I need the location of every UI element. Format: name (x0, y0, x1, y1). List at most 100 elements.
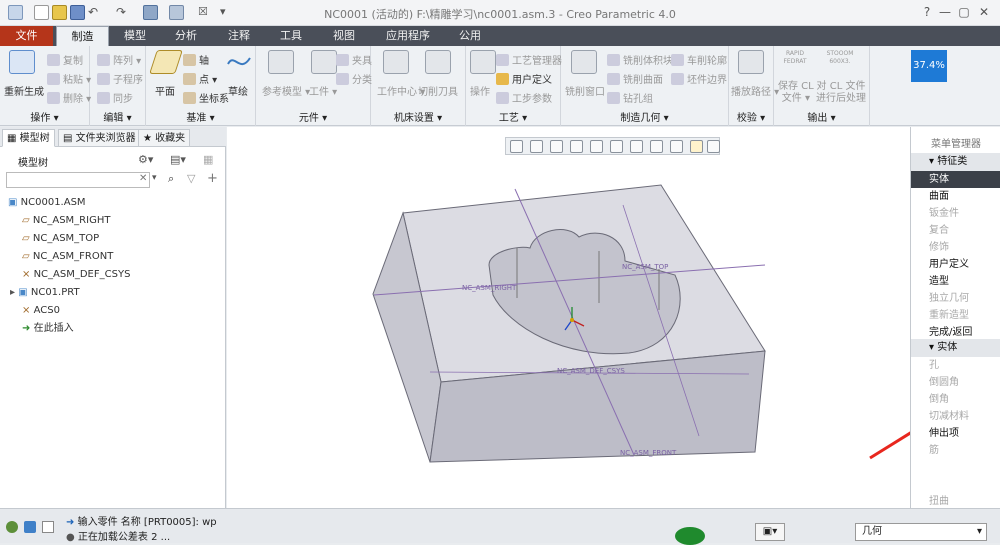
plane-button[interactable]: 平面 (155, 83, 175, 98)
process-manager-button[interactable]: 工艺管理器 (496, 52, 562, 67)
menu-item-composite[interactable]: 复合 (911, 222, 1000, 239)
csys-button[interactable]: 坐标系 (183, 90, 229, 105)
fixture-button[interactable]: 夹具 (336, 52, 372, 67)
regenerate-button[interactable]: 重新生成 (4, 83, 44, 98)
sketch-button[interactable]: 草绘 (228, 83, 248, 98)
tree-columns-icon[interactable]: ▦ (203, 153, 213, 166)
menu-item-style[interactable]: 造型 (911, 273, 1000, 290)
classify-button[interactable]: 分类 (336, 71, 372, 86)
point-button[interactable]: 点 ▾ (183, 71, 217, 86)
saved-views-icon[interactable] (610, 140, 623, 153)
tree-item-datum-front[interactable]: ▱ NC_ASM_FRONT (22, 248, 113, 266)
operation-button[interactable]: 操作 (470, 83, 490, 98)
tree-item-insert-here[interactable]: ➜ 在此插入 (22, 320, 74, 338)
menu-item-solid[interactable]: 实体 (911, 171, 1000, 188)
browser-icon[interactable] (24, 521, 36, 533)
find-icon[interactable]: ⌕ (168, 172, 174, 186)
expand-icon[interactable]: ▸ (10, 287, 15, 298)
menu-item-cosmetic[interactable]: 修饰 (911, 239, 1000, 256)
copy-button[interactable]: 复制 (47, 52, 83, 67)
menu-item-surface[interactable]: 曲面 (911, 188, 1000, 205)
tree-item-part[interactable]: ▸ ▣ NC01.PRT (10, 284, 80, 302)
stock-boundary-button[interactable]: 坯件边界 (671, 71, 727, 86)
menu-item-protrusion[interactable]: 伸出项 (911, 425, 1000, 442)
menu-item-rib[interactable]: 筋 (911, 442, 1000, 459)
tree-item-def-csys[interactable]: ⨯ NC_ASM_DEF_CSYS (22, 266, 130, 284)
tree-settings-icon[interactable]: ⚙▾ (138, 153, 153, 166)
clear-search-icon[interactable]: ✕ (139, 173, 147, 184)
menu-section-feature-class[interactable]: ▾ 特征类 (911, 153, 1000, 171)
play-path-button[interactable]: 播放路径 ▾ (731, 83, 779, 98)
menu-item-chamfer[interactable]: 倒角 (911, 391, 1000, 408)
paste-button[interactable]: 粘贴 ▾ (47, 71, 91, 86)
tab-common[interactable]: 公用 (447, 26, 493, 46)
post-process-button[interactable]: 对 CL 文件 进行后处理 (816, 81, 866, 105)
tab-analysis[interactable]: 分析 (163, 26, 209, 46)
tool-path-display-icon[interactable] (707, 140, 720, 153)
status-icon[interactable] (6, 521, 18, 533)
axis-button[interactable]: 轴 (183, 52, 209, 67)
menu-item-round[interactable]: 倒圆角 (911, 374, 1000, 391)
cutting-tool-button[interactable]: 切削刀具 (418, 83, 458, 98)
zoom-out-icon[interactable] (550, 140, 563, 153)
tree-item-datum-right[interactable]: ▱ NC_ASM_RIGHT (22, 212, 110, 230)
menu-item-independent-geometry[interactable]: 独立几何 (911, 290, 1000, 307)
progress-badge[interactable]: 37.4% (911, 50, 947, 82)
tab-manufacture[interactable]: 制造 (56, 26, 109, 46)
mill-surface-button[interactable]: 铣削曲面 (607, 71, 663, 86)
display-style-icon[interactable] (590, 140, 603, 153)
spin-center-icon[interactable] (690, 140, 703, 153)
selection-filter-select[interactable]: 几何 ▾ (855, 523, 987, 541)
tab-view[interactable]: 视图 (321, 26, 367, 46)
tab-model-tree[interactable]: ▦ 模型树 (2, 129, 55, 147)
close-icon[interactable]: ✕ (976, 4, 992, 20)
menu-item-hole[interactable]: 孔 (911, 357, 1000, 374)
repaint-icon[interactable] (570, 140, 583, 153)
mill-volume-button[interactable]: 铣削体积块 (607, 52, 673, 67)
menu-item-user-defined[interactable]: 用户定义 (911, 256, 1000, 273)
minimize-icon[interactable]: — (937, 4, 953, 20)
tab-applications[interactable]: 应用程序 (375, 26, 441, 46)
help-icon[interactable]: ? (919, 4, 935, 20)
add-icon[interactable]: + (207, 171, 218, 186)
tree-item-assembly[interactable]: ▣ NC0001.ASM (8, 194, 86, 212)
delete-button[interactable]: 删除 ▾ (47, 90, 91, 105)
tree-item-acs0[interactable]: ⨯ ACS0 (22, 302, 60, 320)
tab-folder-browser[interactable]: ▤ 文件夹浏览器 (58, 129, 141, 147)
accept-button[interactable] (675, 527, 705, 545)
maximize-icon[interactable]: ▢ (956, 4, 972, 20)
tab-tools[interactable]: 工具 (268, 26, 314, 46)
drill-group-button[interactable]: 钻孔组 (607, 90, 653, 105)
zoom-in-icon[interactable] (530, 140, 543, 153)
refit-icon[interactable] (510, 140, 523, 153)
sync-button[interactable]: 同步 (97, 90, 133, 105)
subprogram-button[interactable]: 子程序 (97, 71, 143, 86)
reference-model-button[interactable]: 参考模型 ▾ (262, 83, 310, 98)
full-screen-icon[interactable] (42, 521, 54, 533)
tree-search-input[interactable] (6, 172, 150, 188)
tree-show-icon[interactable]: ▤▾ (170, 153, 186, 166)
menu-item-cut[interactable]: 切减材料 (911, 408, 1000, 425)
save-cl-file-button[interactable]: 保存 CL 文件 ▾ (778, 81, 814, 105)
graphics-window[interactable]: NC_ASM_TOP NC_ASM_RIGHT NC_ASM_DEF_CSYS … (227, 127, 910, 508)
datum-display-icon[interactable] (650, 140, 663, 153)
tab-favorites[interactable]: ★ 收藏夹 (138, 129, 191, 147)
menu-section-solid[interactable]: ▾ 实体 (911, 339, 1000, 357)
array-button[interactable]: 阵列 ▾ (97, 52, 141, 67)
turn-profile-button[interactable]: 车削轮廓 (671, 52, 727, 67)
tab-file[interactable]: 文件 (0, 26, 53, 46)
menu-item-sheetmetal[interactable]: 钣金件 (911, 205, 1000, 222)
menu-item-restyle[interactable]: 重新造型 (911, 307, 1000, 324)
workpiece-button[interactable]: 工件 ▾ (309, 83, 337, 98)
mill-window-button[interactable]: 铣削窗口 (565, 83, 605, 98)
step-params-button[interactable]: 工步参数 (496, 90, 552, 105)
selection-mode-button[interactable]: ▣▾ (755, 523, 785, 541)
filter-icon[interactable]: ▽ (187, 172, 195, 185)
user-defined-button[interactable]: 用户定义 (496, 71, 552, 86)
tab-model[interactable]: 模型 (112, 26, 158, 46)
tab-annotate[interactable]: 注释 (216, 26, 262, 46)
view-manager-icon[interactable] (630, 140, 643, 153)
tree-item-datum-top[interactable]: ▱ NC_ASM_TOP (22, 230, 99, 248)
search-dropdown-icon[interactable]: ▾ (152, 173, 157, 183)
annotation-display-icon[interactable] (670, 140, 683, 153)
